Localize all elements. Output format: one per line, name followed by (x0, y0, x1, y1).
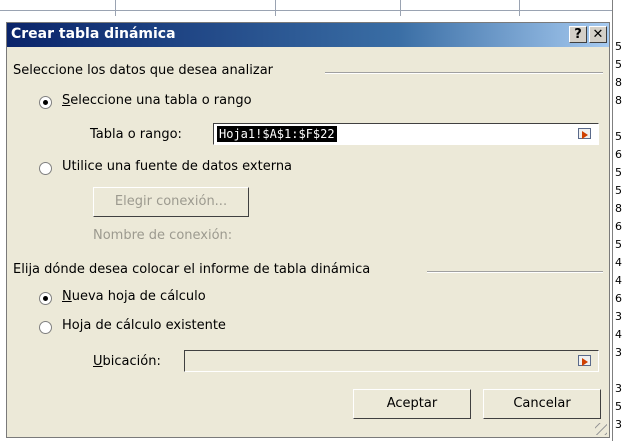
sheet-cell-fragment: 6 (615, 292, 622, 305)
sheet-cell-fragment: 3 (615, 310, 622, 323)
radio-new-sheet[interactable] (39, 292, 52, 305)
sheet-cell-fragment: 6 (615, 220, 622, 233)
sheet-column-divider (275, 0, 276, 16)
sheet-cell-fragment: 4 (615, 328, 622, 341)
table-range-input[interactable]: Hoja1!$A$1:$F$22 (213, 123, 599, 145)
radio-selected-dot (43, 296, 48, 301)
help-button[interactable]: ? (569, 26, 587, 43)
sheet-column-divider (115, 0, 116, 16)
sheet-grid-line (0, 10, 623, 11)
radio-select-table-range[interactable] (39, 96, 52, 109)
sheet-column-divider (519, 0, 520, 16)
location-input[interactable] (184, 350, 599, 372)
collapse-arrow (582, 358, 588, 366)
dialog-titlebar[interactable]: Crear tabla dinámica ? ✕ (7, 23, 609, 47)
dialog-title: Crear tabla dinámica (11, 26, 176, 42)
sheet-cell-fragment: 5 (615, 238, 622, 251)
sheet-column-divider (400, 0, 401, 16)
section-data-label: Seleccione los datos que desea analizar (13, 63, 274, 78)
create-pivot-table-dialog: Crear tabla dinámica ? ✕ Seleccione los … (6, 22, 610, 438)
sheet-cell-fragment: 5 (615, 40, 622, 53)
ok-button[interactable]: Aceptar (353, 389, 471, 419)
sheet-cell-fragment: 8 (615, 94, 622, 107)
sheet-cell-fragment: 3 (615, 418, 622, 431)
radio-select-table-range-label[interactable]: Seleccione una tabla o rango (62, 93, 252, 108)
section-divider (427, 271, 603, 273)
sheet-cell-fragment: 8 (615, 202, 622, 215)
sheet-cell-fragment: 3 (615, 346, 622, 359)
radio-external-source-label[interactable]: Utilice una fuente de datos externa (62, 159, 292, 174)
section-divider (325, 72, 603, 74)
sheet-cell-fragment: 5 (615, 58, 622, 71)
location-label: Ubicación: (93, 354, 161, 369)
resize-grip-icon[interactable] (595, 423, 607, 435)
collapse-dialog-icon[interactable] (576, 353, 594, 369)
sheet-cell-fragment: 4 (615, 274, 622, 287)
sheet-cell-fragment: 5 (615, 166, 622, 179)
table-range-value: Hoja1!$A$1:$F$22 (217, 126, 337, 142)
sheet-cell-fragment: 5 (615, 130, 622, 143)
radio-selected-dot (43, 100, 48, 105)
close-button[interactable]: ✕ (589, 26, 607, 43)
collapse-arrow (582, 131, 588, 139)
connection-name-label: Nombre de conexión: (93, 228, 233, 243)
sheet-cell-fragment: 8 (615, 76, 622, 89)
radio-external-source[interactable] (39, 162, 52, 175)
sheet-cell-fragment: 4 (615, 256, 622, 269)
cancel-button[interactable]: Cancelar (483, 389, 601, 419)
radio-existing-sheet[interactable] (39, 321, 52, 334)
table-range-label: Tabla o rango: (90, 127, 182, 142)
sheet-cell-fragment: 5 (615, 184, 622, 197)
choose-connection-button[interactable]: Elegir conexión... (93, 187, 249, 217)
sheet-cell-fragment: 5 (615, 400, 622, 413)
radio-new-sheet-label[interactable]: Nueva hoja de cálculo (62, 289, 206, 304)
radio-existing-sheet-label[interactable]: Hoja de cálculo existente (62, 318, 226, 333)
section-destination-label: Elija dónde desea colocar el informe de … (13, 262, 371, 277)
sheet-cell-fragment: 6 (615, 148, 622, 161)
sheet-visible-column: 5 5 8 8 5 6 5 5 8 6 5 4 4 6 3 4 3 3 5 3 (612, 0, 623, 441)
collapse-dialog-icon[interactable] (576, 126, 594, 142)
sheet-cell-fragment: 3 (615, 382, 622, 395)
